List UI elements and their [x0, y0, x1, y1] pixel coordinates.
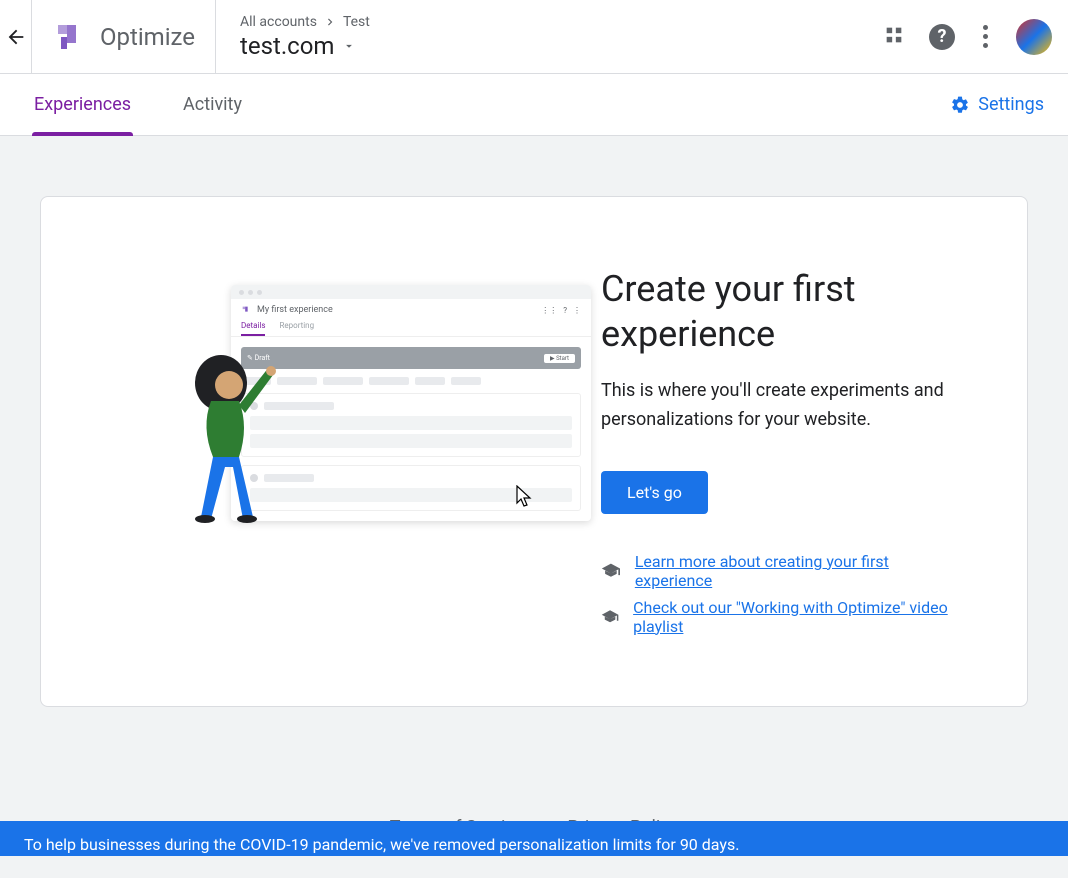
breadcrumb[interactable]: All accounts Test — [240, 14, 370, 30]
graduation-cap-icon — [601, 561, 621, 581]
chevron-right-icon — [323, 15, 337, 29]
container-name: test.com — [240, 32, 334, 60]
settings-label: Settings — [978, 94, 1044, 115]
illustration-tab-details: Details — [241, 321, 265, 336]
brand-name: Optimize — [100, 23, 195, 51]
brand-block: Optimize — [32, 0, 216, 74]
banner-text: To help businesses during the COVID-19 p… — [24, 835, 739, 854]
tab-experiences[interactable]: Experiences — [24, 74, 141, 136]
card-description: This is where you'll create experiments … — [601, 377, 967, 435]
card-title: Create your first experience — [601, 267, 967, 357]
tab-activity-label: Activity — [183, 94, 242, 115]
card-content: Create your first experience This is whe… — [601, 267, 967, 636]
help-icon[interactable]: ? — [929, 24, 955, 50]
cta-label: Let's go — [627, 483, 682, 502]
page-body: My first experience ⋮⋮ ? ⋮ Details Repor… — [0, 136, 1068, 878]
breadcrumb-container: All accounts Test test.com — [216, 6, 394, 68]
breadcrumb-leaf: Test — [343, 14, 370, 30]
person-illustration-icon — [181, 347, 281, 527]
apps-icon[interactable] — [883, 24, 905, 50]
lets-go-button[interactable]: Let's go — [601, 471, 708, 514]
container-dropdown[interactable]: test.com — [240, 32, 370, 60]
tab-experiences-label: Experiences — [34, 94, 131, 115]
back-button[interactable] — [0, 0, 32, 74]
illustration: My first experience ⋮⋮ ? ⋮ Details Repor… — [101, 267, 541, 527]
illustration-tab-reporting: Reporting — [279, 321, 314, 336]
illustration-title: My first experience — [257, 305, 333, 315]
overflow-menu-icon[interactable] — [979, 21, 992, 52]
caret-down-icon — [342, 39, 356, 53]
illustration-window: My first experience ⋮⋮ ? ⋮ Details Repor… — [231, 285, 591, 521]
empty-state-card: My first experience ⋮⋮ ? ⋮ Details Repor… — [40, 196, 1028, 707]
video-playlist-link[interactable]: Check out our "Working with Optimize" vi… — [633, 598, 967, 636]
gear-icon — [950, 95, 970, 115]
avatar[interactable] — [1016, 19, 1052, 55]
info-banner: To help businesses during the COVID-19 p… — [0, 821, 1068, 856]
help-links: Learn more about creating your first exp… — [601, 552, 967, 636]
breadcrumb-root: All accounts — [240, 14, 317, 30]
graduation-cap-icon — [601, 607, 619, 627]
optimize-logo-icon — [241, 305, 251, 315]
header-actions: ? — [883, 19, 1052, 55]
tab-bar: Experiences Activity Settings — [0, 74, 1068, 136]
app-header: Optimize All accounts Test test.com ? — [0, 0, 1068, 74]
learn-more-link[interactable]: Learn more about creating your first exp… — [635, 552, 967, 590]
arrow-left-icon — [5, 26, 27, 48]
illustration-start-label: Start — [556, 355, 569, 362]
tab-activity[interactable]: Activity — [173, 74, 252, 136]
optimize-logo-icon — [52, 19, 88, 55]
settings-link[interactable]: Settings — [950, 94, 1044, 115]
